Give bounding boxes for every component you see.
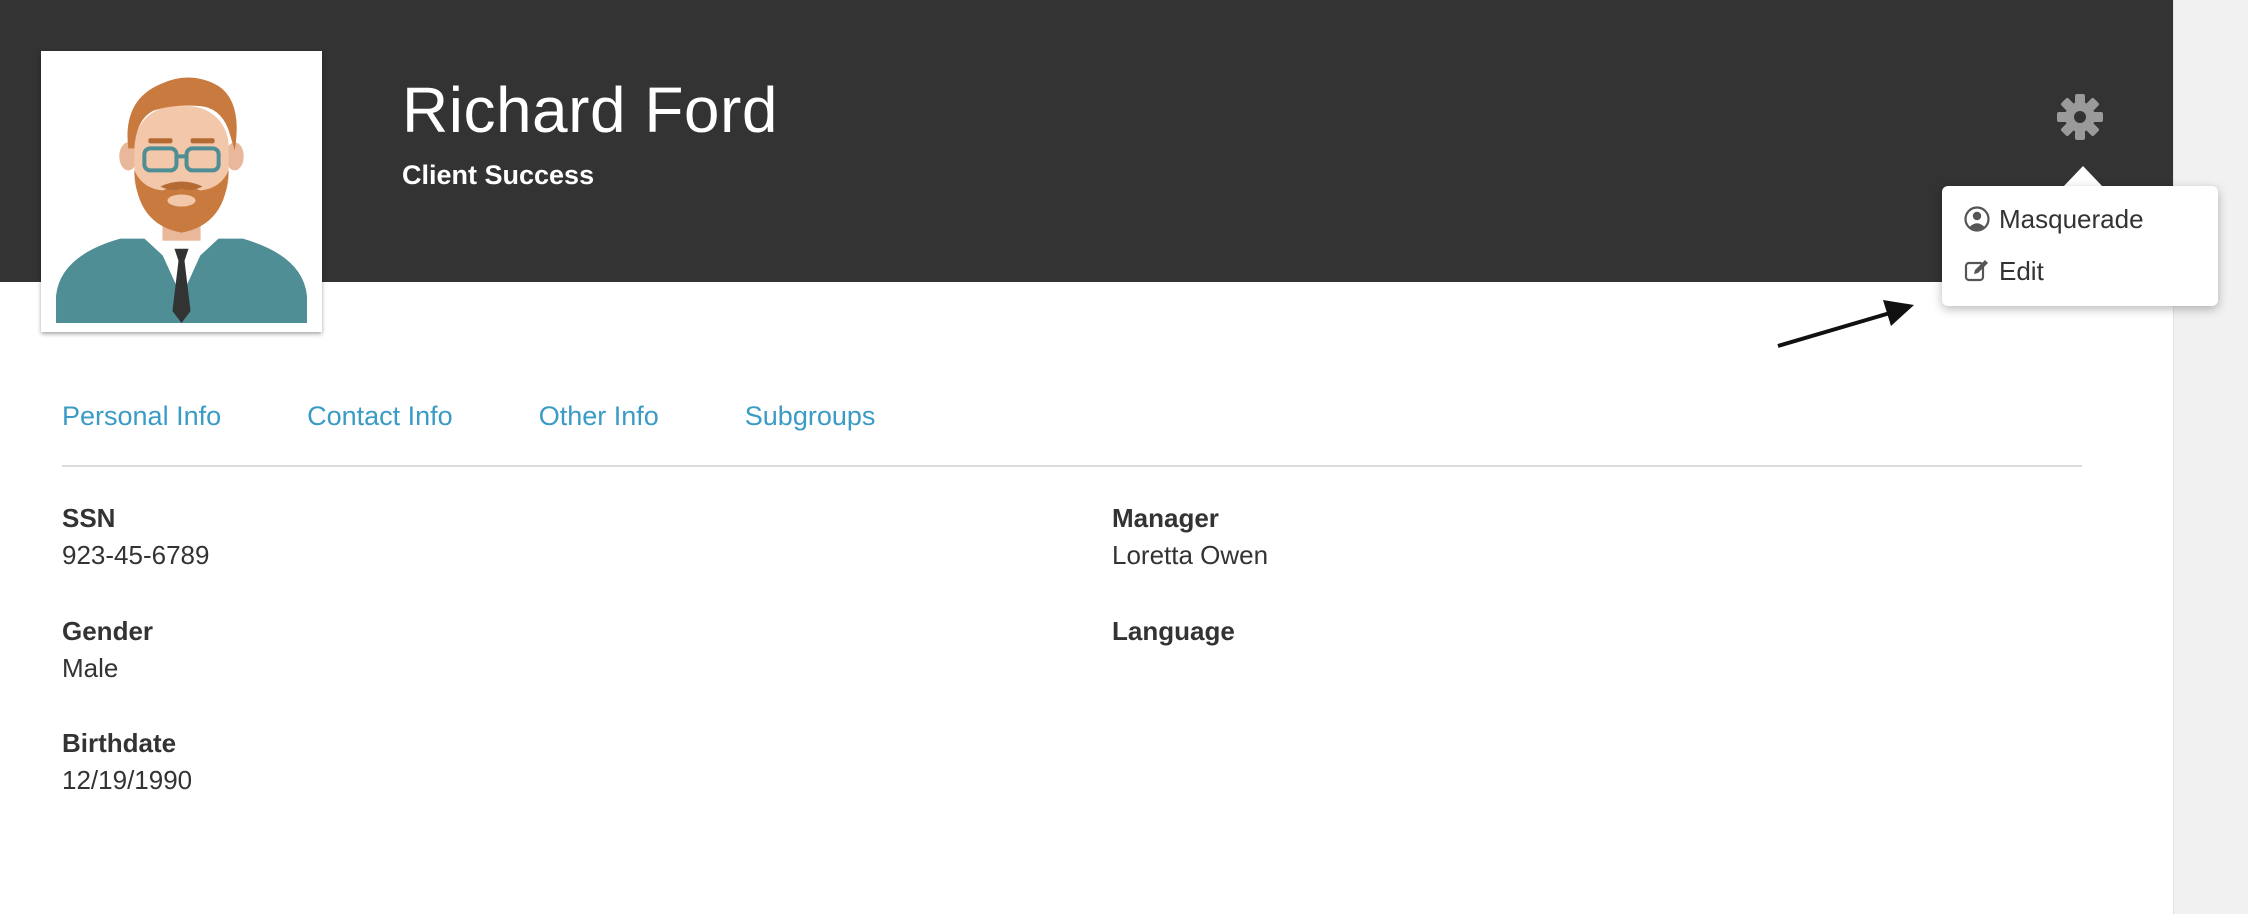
field-label: Birthdate [62, 728, 177, 758]
annotation-arrow [1777, 300, 1914, 348]
gear-icon[interactable] [2055, 92, 2105, 142]
tab-other-info[interactable]: Other Info [539, 396, 659, 436]
field-label: Gender [62, 616, 154, 646]
tabs-divider [62, 465, 2082, 467]
profile-header [0, 0, 2173, 282]
profile-name: Richard Ford [402, 74, 778, 146]
field-value: Loretta Owen [1112, 540, 1269, 570]
tab-subgroups[interactable]: Subgroups [745, 396, 876, 436]
field-value: 12/19/1990 [62, 765, 193, 795]
profile-tabs: Personal Info Contact Info Other Info Su… [62, 396, 961, 436]
menu-item-label: Edit [1999, 255, 2044, 286]
edit-icon [1964, 258, 1990, 284]
user-circle-icon [1964, 206, 1990, 232]
field-label: SSN [62, 503, 116, 533]
dropdown-caret [2063, 166, 2103, 187]
profile-role: Client Success [402, 160, 595, 190]
right-gutter [2173, 0, 2248, 914]
field-value: Male [62, 653, 119, 683]
field-birthdate: Birthdate 12/19/1990 [62, 727, 192, 797]
field-manager: Manager Loretta Owen [1112, 502, 1268, 572]
field-gender: Gender Male [62, 615, 153, 685]
field-label: Manager [1112, 503, 1219, 533]
tab-personal-info[interactable]: Personal Info [62, 396, 221, 436]
field-label: Language [1112, 616, 1235, 646]
avatar-illustration [50, 60, 313, 323]
tab-contact-info[interactable]: Contact Info [307, 396, 453, 436]
field-ssn: SSN 923-45-6789 [62, 502, 209, 572]
menu-item-edit[interactable]: Edit [1964, 251, 2044, 291]
menu-item-masquerade[interactable]: Masquerade [1964, 199, 2144, 239]
avatar [41, 51, 322, 332]
menu-item-label: Masquerade [1999, 203, 2144, 234]
field-value: 923-45-6789 [62, 540, 210, 570]
settings-dropdown-menu: Masquerade Edit [1942, 186, 2218, 306]
field-language: Language [1112, 615, 1235, 651]
